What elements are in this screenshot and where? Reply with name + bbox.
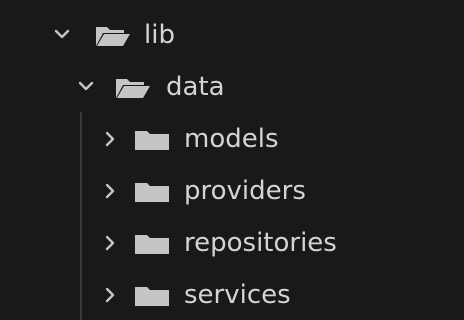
folder-open-icon [94, 24, 132, 48]
folder-closed-icon [134, 284, 172, 308]
tree-item-label: repositories [184, 228, 337, 258]
tree-item-repositories[interactable]: repositories [0, 218, 464, 268]
tree-item-models[interactable]: models [0, 114, 464, 164]
file-explorer-tree: lib data models providers repositories s… [0, 0, 464, 320]
tree-item-services[interactable]: services [0, 270, 464, 320]
folder-closed-icon [134, 180, 172, 204]
tree-item-data[interactable]: data [0, 62, 464, 112]
chevron-down-icon[interactable] [74, 62, 98, 112]
tree-item-label: models [184, 124, 279, 154]
chevron-down-icon[interactable] [50, 10, 74, 60]
tree-item-label: data [166, 72, 225, 102]
folder-closed-icon [134, 232, 172, 256]
chevron-right-icon[interactable] [98, 114, 122, 164]
chevron-right-icon[interactable] [98, 218, 122, 268]
chevron-right-icon[interactable] [98, 270, 122, 320]
tree-item-providers[interactable]: providers [0, 166, 464, 216]
tree-item-label: providers [184, 176, 306, 206]
tree-item-label: services [184, 280, 291, 310]
folder-closed-icon [134, 128, 172, 152]
tree-item-label: lib [144, 20, 175, 50]
chevron-right-icon[interactable] [98, 166, 122, 216]
folder-open-icon [114, 76, 152, 100]
tree-item-lib[interactable]: lib [0, 10, 464, 60]
